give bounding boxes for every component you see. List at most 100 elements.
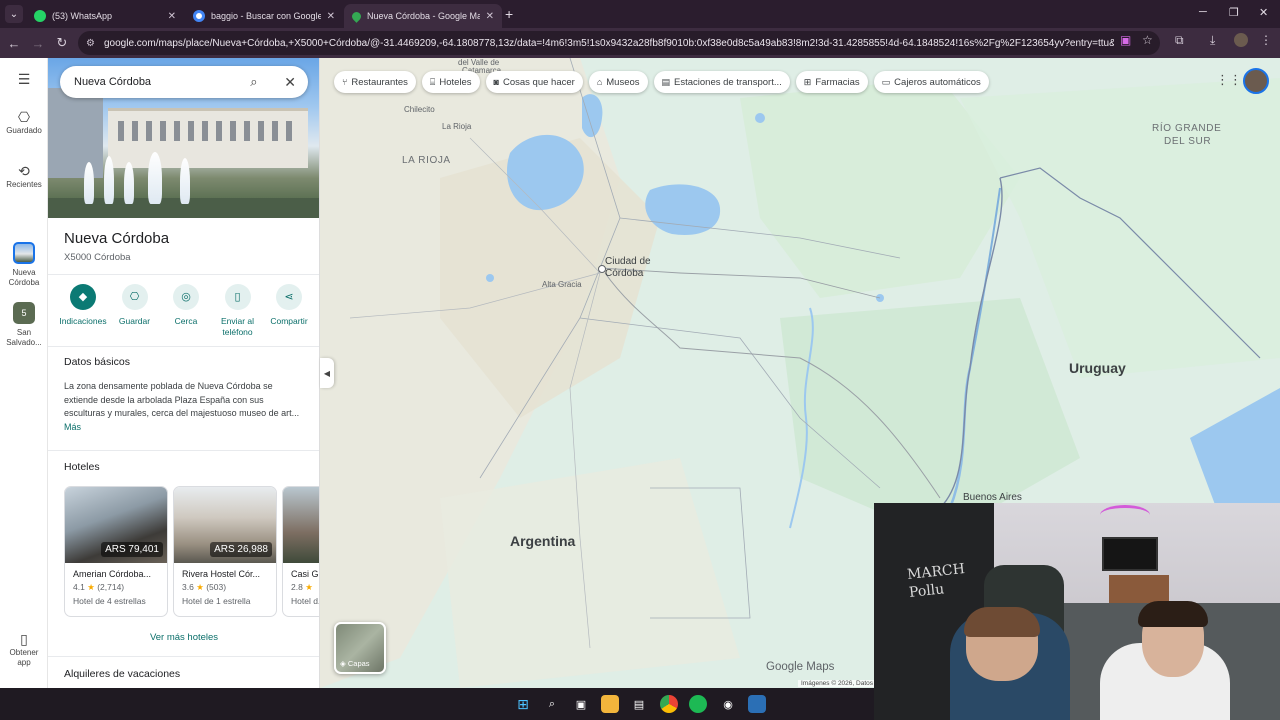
rail-current-place[interactable]: Nueva Córdoba bbox=[0, 242, 48, 288]
place-thumbnail bbox=[13, 242, 35, 264]
save-button[interactable]: ⎔ Guardar bbox=[110, 284, 160, 338]
extensions-icon[interactable]: ⧉ bbox=[1175, 33, 1184, 48]
hotel-card[interactable]: Casi G... 2.8 ★ Hotel d... bbox=[282, 486, 319, 617]
rail-get-app[interactable]: ▯ Obtener app bbox=[0, 631, 48, 668]
spotify-icon[interactable] bbox=[689, 695, 707, 713]
hotel-image: ARS 26,988 bbox=[174, 487, 276, 563]
minimize-icon[interactable]: ─ bbox=[1199, 6, 1207, 18]
category-chips: ⑂ Restaurantes ⌸ Hoteles ◙ Cosas que hacer … bbox=[334, 71, 989, 95]
action-label: Guardar bbox=[118, 316, 151, 326]
chip-transit[interactable]: ▤ Estaciones de transport... bbox=[653, 71, 790, 93]
hotel-price: ARS 26,988 bbox=[210, 542, 272, 557]
image-app-icon[interactable] bbox=[748, 695, 766, 713]
rail-saved[interactable]: ⎔ Guardado bbox=[0, 109, 48, 136]
hotel-card[interactable]: ARS 79,401 Amerian Córdoba... 4.1 ★ (2,7… bbox=[64, 486, 168, 617]
search-input[interactable]: Nueva Córdoba bbox=[74, 76, 250, 88]
nearby-button[interactable]: ◎ Cerca bbox=[161, 284, 211, 338]
close-icon[interactable]: ✕ bbox=[327, 11, 335, 22]
hero-tower bbox=[48, 88, 103, 178]
map-label-rio-grande-1: RÍO GRANDE bbox=[1152, 123, 1222, 134]
menu-dots-icon[interactable]: ⋮ bbox=[1260, 33, 1272, 47]
close-icon[interactable]: ✕ bbox=[168, 11, 176, 22]
hotel-rating-value: 3.6 bbox=[182, 582, 194, 592]
hotels-heading: Hoteles bbox=[64, 461, 100, 473]
map-label-ciudad-cordoba-1[interactable]: Ciudad de bbox=[605, 256, 651, 268]
see-more-hotels-link[interactable]: Ver más hoteles bbox=[48, 632, 319, 643]
collapse-panel-button[interactable]: ◀ bbox=[320, 358, 334, 388]
address-bar[interactable]: ⚙ google.com/maps/place/Nueva+Córdoba,+X… bbox=[78, 31, 1160, 55]
map-label-ciudad-cordoba-2[interactable]: Córdoba bbox=[605, 268, 643, 280]
place-description: La zona densamente poblada de Nueva Córd… bbox=[64, 380, 304, 434]
profile-avatar[interactable] bbox=[1234, 33, 1248, 47]
hotel-name: Casi G... bbox=[291, 569, 319, 579]
place-address: X5000 Córdoba bbox=[64, 252, 131, 263]
send-to-phone-button[interactable]: ▯ Enviar al teléfono bbox=[213, 284, 263, 338]
map-label-alta-gracia: Alta Gracia bbox=[542, 280, 582, 289]
url-text: google.com/maps/place/Nueva+Córdoba,+X50… bbox=[104, 37, 1114, 49]
task-view-icon[interactable]: ▣ bbox=[572, 695, 590, 713]
tab-google-maps[interactable]: Nueva Córdoba - Google Maps ✕ bbox=[344, 4, 502, 28]
restaurant-icon: ⑂ bbox=[342, 77, 348, 87]
hotel-rating: 3.6 ★ (503) bbox=[174, 579, 276, 593]
map-attribution[interactable]: Imágenes © 2026, Datos bbox=[798, 680, 876, 687]
star-icon: ★ bbox=[196, 582, 204, 592]
rentals-heading: Alquileres de vacaciones bbox=[64, 668, 181, 680]
back-icon[interactable]: ← bbox=[5, 34, 23, 52]
tab-whatsapp[interactable]: (53) WhatsApp ✕ bbox=[26, 4, 184, 28]
window-close-icon[interactable]: ✕ bbox=[1259, 6, 1268, 19]
taskbar-search-icon[interactable]: ⌕ bbox=[543, 695, 561, 713]
rail-recent[interactable]: ⟲ Recientes bbox=[0, 164, 48, 190]
map-label-rio-grande-2: DEL SUR bbox=[1164, 136, 1212, 147]
screencast-icon[interactable]: ▣ bbox=[1120, 33, 1131, 47]
camera-icon: ◙ bbox=[493, 77, 499, 87]
map-label-la-rioja-city: La Rioja bbox=[442, 122, 472, 131]
store-icon[interactable]: ▤ bbox=[630, 695, 648, 713]
chip-label: Hoteles bbox=[439, 76, 472, 88]
more-link[interactable]: Más bbox=[64, 422, 81, 432]
forward-icon[interactable]: → bbox=[29, 34, 47, 52]
file-explorer-icon[interactable] bbox=[601, 695, 619, 713]
chip-restaurants[interactable]: ⑂ Restaurantes bbox=[334, 71, 416, 93]
browser-toolbar: ← → ↻ ⚙ google.com/maps/place/Nueva+Córd… bbox=[0, 28, 1280, 58]
chalkboard-line: MARCH bbox=[906, 561, 966, 584]
chip-hotels[interactable]: ⌸ Hoteles bbox=[421, 71, 480, 93]
rail-current-place-label: Nueva Córdoba bbox=[8, 268, 40, 287]
chip-label: Cosas que hacer bbox=[502, 76, 575, 88]
directions-button[interactable]: ◆ Indicaciones bbox=[58, 284, 108, 338]
phone-icon: ▯ bbox=[20, 631, 28, 647]
restore-icon[interactable]: ❐ bbox=[1229, 6, 1239, 19]
tab-google-search[interactable]: baggio - Buscar con Google ✕ bbox=[185, 4, 343, 28]
chip-pharmacies[interactable]: ⊞ Farmacias bbox=[795, 71, 868, 93]
webcam-person-left-hair bbox=[964, 607, 1040, 637]
search-box[interactable]: Nueva Córdoba ⌕ ✕ bbox=[60, 66, 308, 98]
download-icon[interactable]: ⤓ bbox=[1210, 33, 1215, 48]
chip-atms[interactable]: ▭ Cajeros automáticos bbox=[873, 71, 989, 93]
google-icon bbox=[193, 10, 205, 22]
chalkboard-text: MARCH Pollu bbox=[906, 560, 967, 602]
account-avatar[interactable] bbox=[1243, 68, 1269, 94]
hotel-rating-value: 2.8 bbox=[291, 582, 303, 592]
search-icon[interactable]: ⌕ bbox=[250, 74, 266, 90]
obs-icon[interactable]: ◉ bbox=[719, 695, 737, 713]
hotel-card[interactable]: ARS 26,988 Rivera Hostel Cór... 3.6 ★ (5… bbox=[173, 486, 277, 617]
bookmark-star-icon[interactable]: ☆ bbox=[1142, 33, 1153, 47]
hotel-rating: 2.8 ★ bbox=[283, 579, 319, 593]
layers-button[interactable]: ◈ Capas bbox=[334, 622, 386, 674]
rail-other-place[interactable]: 5 San Salvado... bbox=[0, 302, 48, 348]
chip-museums[interactable]: ⌂ Museos bbox=[588, 71, 648, 93]
chrome-icon[interactable] bbox=[660, 695, 678, 713]
close-icon[interactable]: ✕ bbox=[486, 11, 494, 22]
map-label-la-rioja-region: LA RIOJA bbox=[402, 155, 451, 166]
reload-icon[interactable]: ↻ bbox=[53, 34, 71, 52]
windows-start-icon[interactable]: ⊞ bbox=[514, 695, 532, 713]
webcam-monitor bbox=[1102, 537, 1158, 571]
hero-fountain bbox=[104, 156, 114, 204]
chip-things-to-do[interactable]: ◙ Cosas que hacer bbox=[485, 71, 583, 93]
hamburger-menu-button[interactable]: ☰ bbox=[0, 72, 48, 88]
tab-search-button[interactable]: ⌄ bbox=[5, 5, 23, 23]
bookmark-icon: ⎔ bbox=[17, 109, 31, 125]
share-button[interactable]: ⋖ Compartir bbox=[264, 284, 314, 338]
site-info-icon[interactable]: ⚙ bbox=[86, 38, 100, 49]
new-tab-button[interactable]: + bbox=[505, 6, 513, 22]
close-icon[interactable]: ✕ bbox=[284, 74, 296, 91]
